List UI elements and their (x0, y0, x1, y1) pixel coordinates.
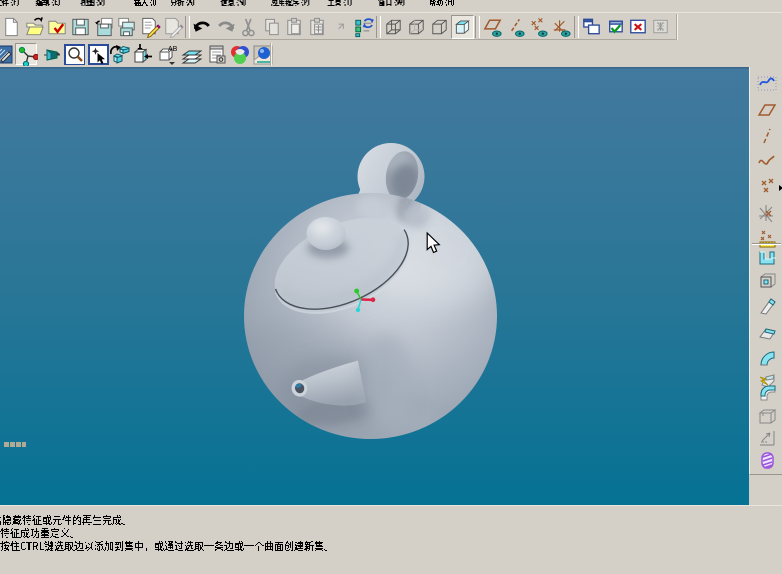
svg-text:AB: AB (168, 46, 177, 53)
